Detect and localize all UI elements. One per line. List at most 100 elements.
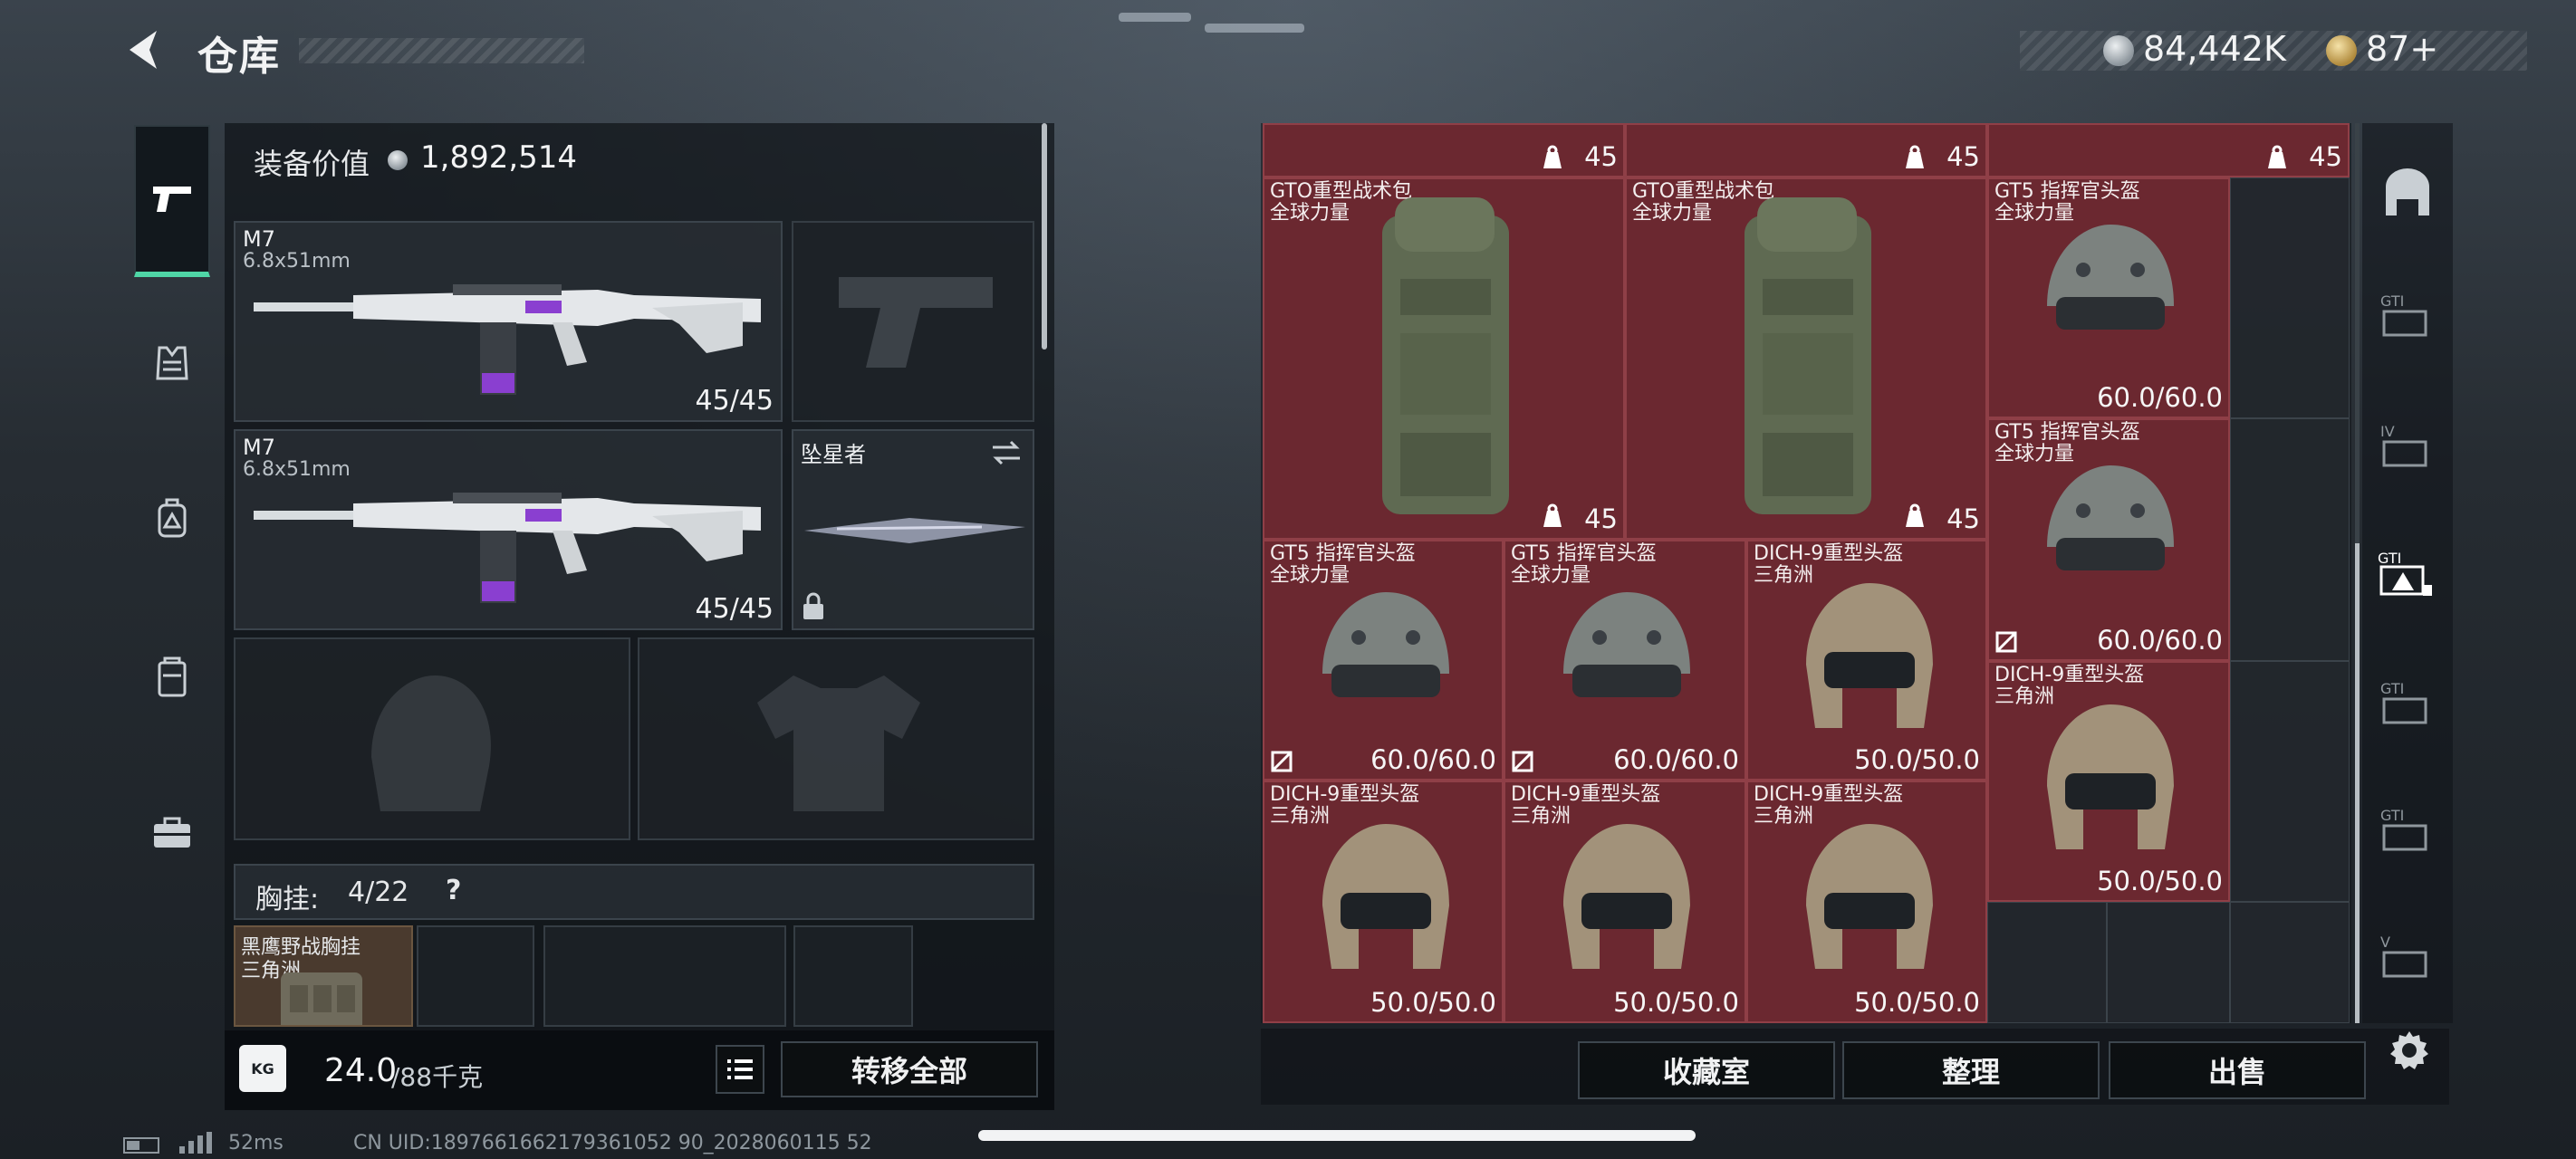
battery-icon — [123, 1137, 159, 1154]
stash-item[interactable]: DICH-9重型头盔 三角洲 50.0/50.0 — [1746, 540, 1987, 781]
tab-backpack[interactable] — [134, 480, 210, 556]
shirt-placeholder-icon — [757, 675, 920, 811]
stash-empty-cell[interactable] — [2230, 661, 2350, 902]
tab-stash-gti-2[interactable]: GTI — [2366, 661, 2449, 744]
stash-empty-cell[interactable] — [2107, 902, 2230, 1023]
helmet-image — [1563, 824, 1690, 969]
stash-item[interactable]: GT5 指挥官头盔 全球力量 60.0/60.0 — [1987, 177, 2230, 418]
stash-item[interactable]: DICH-9重型头盔 三角洲 50.0/50.0 — [1746, 781, 1987, 1023]
helmet-image — [2047, 225, 2174, 330]
stash-item[interactable]: 45 — [1263, 123, 1625, 177]
coin-icon — [2103, 35, 2134, 66]
tab-stash-v[interactable]: V — [2366, 915, 2449, 998]
collection-button[interactable]: 收藏室 — [1578, 1041, 1835, 1099]
list-view-button[interactable] — [716, 1045, 764, 1094]
helmet-image — [1806, 824, 1933, 969]
briefcase-icon — [154, 817, 190, 848]
stash-item[interactable]: GTO重型战术包 全球力量 45 — [1263, 177, 1625, 540]
pistol-icon — [153, 187, 191, 212]
uid-text: CN UID:1897661662179361052 90_2028060115… — [353, 1132, 872, 1154]
stash-item[interactable]: GT5 指挥官头盔 全球力量 60.0/60.0 — [1504, 540, 1746, 781]
ceiling-light — [1205, 24, 1304, 33]
ceiling-light — [1119, 13, 1191, 22]
no-repair-icon — [1271, 751, 1293, 772]
settings-button[interactable] — [2382, 1023, 2437, 1078]
weight-tag-icon — [1543, 145, 1562, 168]
helmet-slot[interactable] — [234, 637, 630, 840]
equipment-value: 1,892,514 — [420, 139, 578, 176]
currency-primary: 84,442K — [2143, 29, 2286, 69]
stash-empty-cell[interactable] — [2230, 177, 2350, 418]
item-value: 50.0/50.0 — [1854, 987, 1980, 1018]
tab-rig[interactable] — [134, 639, 210, 715]
chest-rig-cell[interactable] — [543, 925, 786, 1027]
weight-tag-icon — [1906, 503, 1924, 527]
item-value: 50.0/50.0 — [1370, 987, 1496, 1018]
chest-rig-item[interactable]: 黑鹰野战胸挂 三角洲 — [234, 925, 413, 1027]
scrollbar[interactable] — [1042, 123, 1047, 350]
vest-icon — [156, 346, 188, 380]
premium-coin-icon — [2326, 35, 2357, 66]
gti-active-case-icon: GTI — [2378, 550, 2432, 596]
sidearm-slot[interactable] — [792, 221, 1034, 422]
title-decoration — [299, 38, 584, 63]
stash-item[interactable]: GT5 指挥官头盔 全球力量 60.0/60.0 — [1263, 540, 1504, 781]
tab-case[interactable] — [134, 795, 210, 871]
sort-button[interactable]: 整理 — [1842, 1041, 2100, 1099]
rifle-image — [254, 284, 761, 395]
helmet-image — [1806, 583, 1933, 728]
currency-secondary[interactable]: 87+ — [2366, 29, 2438, 69]
weight-icon: KG — [239, 1045, 286, 1092]
back-button[interactable] — [122, 27, 168, 72]
primary-weapon-slot-1[interactable]: M7 6.8x51mm 45/45 — [234, 221, 783, 422]
vault-icon — [2386, 168, 2429, 216]
weight-max: /88千克 — [391, 1062, 484, 1092]
chest-rig-image — [281, 972, 362, 1025]
stash-scroll-thumb[interactable] — [2355, 543, 2360, 1023]
stash-item[interactable]: DICH-9重型头盔 三角洲 50.0/50.0 — [1987, 661, 2230, 902]
stash-item[interactable]: GTO重型战术包 全球力量 45 — [1625, 177, 1987, 540]
stash-empty-cell[interactable] — [2230, 902, 2350, 1023]
weight-tag-icon — [1906, 145, 1924, 168]
item-value: 45 — [1946, 503, 1980, 534]
chest-rig-label: 胸挂: — [255, 884, 320, 915]
gti-case-icon: GTI — [2380, 292, 2427, 337]
backpack-image — [1382, 197, 1509, 514]
item-value: 45 — [1584, 503, 1618, 534]
transfer-all-button[interactable]: 转移全部 — [781, 1041, 1038, 1097]
tab-stash-gti-1[interactable]: GTI — [2366, 273, 2449, 357]
item-value: 50.0/50.0 — [1613, 987, 1739, 1018]
sell-button[interactable]: 出售 — [2109, 1041, 2366, 1099]
equipment-value-label: 装备价值 — [254, 147, 370, 181]
stash-item[interactable]: DICH-9重型头盔 三角洲 50.0/50.0 — [1504, 781, 1746, 1023]
backpack-icon — [158, 498, 187, 538]
tab-stash-main[interactable] — [2366, 150, 2449, 234]
armor-slot[interactable] — [638, 637, 1034, 840]
weapon-name: M7 — [243, 435, 275, 460]
tab-weapons[interactable] — [134, 125, 210, 277]
melee-slot[interactable]: 坠星者 — [792, 429, 1034, 630]
tab-armor[interactable] — [134, 324, 210, 400]
stash-item[interactable]: 45 — [1625, 123, 1987, 177]
tab-stash-iv[interactable]: IV — [2366, 404, 2449, 487]
home-indicator[interactable] — [978, 1130, 1696, 1141]
stash-item[interactable]: GT5 指挥官头盔 全球力量 60.0/60.0 — [1987, 418, 2230, 661]
primary-weapon-slot-2[interactable]: M7 6.8x51mm 45/45 — [234, 429, 783, 630]
help-icon[interactable]: ? — [446, 875, 461, 906]
stash-empty-cell[interactable] — [1987, 902, 2107, 1023]
ping-value: 52ms — [228, 1132, 284, 1154]
chest-rig-cell[interactable] — [793, 925, 913, 1027]
helmet-image — [2047, 465, 2174, 570]
swap-icon[interactable] — [989, 438, 1024, 467]
stash-item[interactable]: 45 — [1987, 123, 2350, 177]
chest-rig-header: 胸挂: 4/22 ? — [234, 864, 1034, 920]
weight-tag-icon — [1543, 503, 1562, 527]
tab-stash-gti-active[interactable]: GTI — [2366, 532, 2449, 616]
item-value: 60.0/60.0 — [2097, 382, 2223, 413]
tab-stash-gti-3[interactable]: GTI — [2366, 788, 2449, 871]
item-value: 50.0/50.0 — [1854, 744, 1980, 775]
chest-rig-cell[interactable] — [417, 925, 534, 1027]
stack-count: 45 — [2309, 141, 2342, 172]
stash-empty-cell[interactable] — [2230, 418, 2350, 661]
stash-item[interactable]: DICH-9重型头盔 三角洲 50.0/50.0 — [1263, 781, 1504, 1023]
